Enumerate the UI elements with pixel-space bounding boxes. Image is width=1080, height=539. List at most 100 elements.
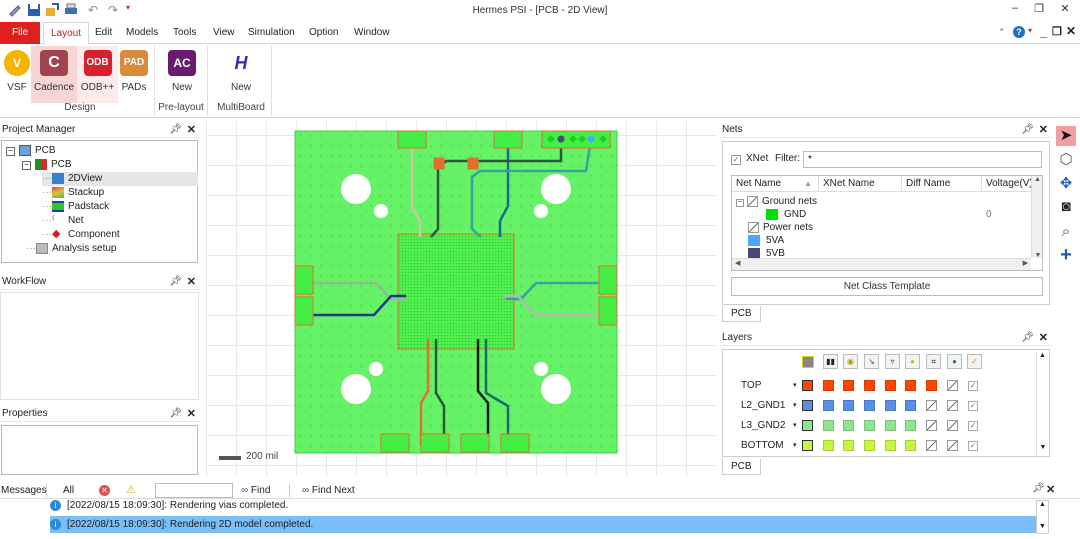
error-filter-icon[interactable]: ✕	[99, 485, 110, 496]
pad-icon[interactable]: ▮▮	[823, 354, 838, 369]
cadence-button[interactable]: C Cadence	[31, 46, 77, 103]
component-icon[interactable]: ⌗	[926, 354, 941, 369]
layer-visible-checkbox[interactable]: ✓	[968, 441, 978, 451]
layer-color-swatch[interactable]	[864, 380, 875, 391]
pin-icon[interactable]: 📌︎	[1032, 483, 1045, 494]
layer-hidden-swatch[interactable]	[926, 440, 937, 451]
layer-hidden-swatch[interactable]	[947, 420, 958, 431]
hole-icon[interactable]: ●	[905, 354, 920, 369]
layer-color-swatch[interactable]	[823, 420, 834, 431]
doc-minimize-icon[interactable]: _	[1040, 24, 1047, 39]
layer-color-swatch[interactable]	[823, 380, 834, 391]
layer-color-swatch[interactable]	[843, 440, 854, 451]
layer-dropdown-icon[interactable]: ▾	[793, 377, 797, 395]
multiboard-new-button[interactable]: H New	[221, 46, 261, 102]
col-voltage[interactable]: Voltage(V)	[982, 176, 1032, 192]
layer-hidden-swatch[interactable]	[947, 400, 958, 411]
layer-hidden-swatch[interactable]	[926, 400, 937, 411]
layer-hidden-swatch[interactable]	[947, 440, 958, 451]
prelayout-new-button[interactable]: AC New	[162, 46, 202, 102]
tree-item-component[interactable]: ···◆ Component	[42, 228, 120, 242]
doc-close-icon[interactable]: ✕	[1066, 24, 1076, 38]
visible-icon[interactable]: ✓	[967, 354, 982, 369]
net-class-template-button[interactable]: Net Class Template	[731, 277, 1043, 296]
menu-option[interactable]: Option	[302, 22, 345, 44]
collapse-icon[interactable]: −	[22, 161, 31, 170]
messages-vscrollbar[interactable]: ▲ ▼	[1036, 500, 1049, 534]
shape-icon[interactable]: ▿	[885, 354, 900, 369]
odb-button[interactable]: ODB ODB++	[77, 46, 118, 103]
xnet-checkbox[interactable]: ✓	[731, 155, 741, 165]
layer-color-swatch[interactable]	[843, 400, 854, 411]
layer-visible-checkbox[interactable]: ✓	[968, 421, 978, 431]
layers-tab-pcb[interactable]: PCB	[722, 459, 761, 475]
add-icon[interactable]: +	[1056, 245, 1076, 265]
close-button[interactable]: ✕	[1054, 2, 1076, 18]
layer-row[interactable]: BOTTOM ▾ ✓	[723, 437, 1033, 455]
warning-filter-icon[interactable]: ⚠	[126, 482, 136, 499]
layer-color-swatch[interactable]	[843, 380, 854, 391]
layer-color-swatch[interactable]	[823, 440, 834, 451]
menu-window[interactable]: Window	[347, 22, 397, 44]
net-row-power-nets[interactable]: Power nets	[748, 221, 813, 234]
close-panel-icon[interactable]: ✕	[187, 274, 196, 290]
layer-color-swatch[interactable]	[926, 380, 937, 391]
layer-color-swatch[interactable]	[843, 420, 854, 431]
menu-view[interactable]: View	[206, 22, 242, 44]
col-diff-name[interactable]: Diff Name	[902, 176, 982, 192]
pin-icon[interactable]: 📌︎	[169, 274, 182, 290]
nets-tab-pcb[interactable]: PCB	[722, 306, 761, 322]
layer-row[interactable]: L2_GND1 ▾ ✓	[723, 397, 1033, 415]
layer-row[interactable]: L3_GND2 ▾ ✓	[723, 417, 1033, 435]
layer-hidden-swatch[interactable]	[947, 380, 958, 391]
restore-button[interactable]: ❐	[1028, 2, 1050, 18]
pin-icon[interactable]: 📌︎	[169, 122, 182, 138]
select-arrow-icon[interactable]: ➤	[1056, 126, 1076, 146]
help-icon[interactable]: ?	[1013, 26, 1025, 38]
message-search-input[interactable]	[155, 483, 233, 498]
pcb-2d-canvas[interactable]: 200 mil	[206, 121, 716, 476]
layers-vscrollbar[interactable]: ▲ ▼	[1036, 352, 1048, 455]
layer-color-swatch[interactable]	[864, 440, 875, 451]
tree-item-stackup[interactable]: ··· Stackup	[42, 186, 104, 200]
pin-icon[interactable]: 📌︎	[169, 406, 182, 422]
layer-color-swatch[interactable]	[905, 400, 916, 411]
close-panel-icon[interactable]: ✕	[187, 122, 196, 138]
zoom-fit-icon[interactable]: ◙	[1056, 197, 1076, 217]
collapse-ribbon-icon[interactable]: ⌃	[998, 27, 1006, 38]
tree-item-pcb[interactable]: − PCB	[22, 158, 72, 172]
tree-item-pcb-root[interactable]: − PCB	[6, 144, 56, 158]
menu-models[interactable]: Models	[119, 22, 165, 44]
layer-color-swatch[interactable]	[802, 440, 813, 451]
net-row-gnd[interactable]: GND	[766, 208, 806, 221]
layer-dropdown-icon[interactable]: ▾	[793, 417, 797, 435]
layer-color-swatch[interactable]	[864, 400, 875, 411]
layer-color-swatch[interactable]	[864, 420, 875, 431]
select-3d-icon[interactable]: ⬡	[1056, 150, 1076, 170]
close-panel-icon[interactable]: ✕	[187, 406, 196, 422]
layer-visible-checkbox[interactable]: ✓	[968, 381, 978, 391]
tree-item-net[interactable]: ···⁽ Net	[42, 214, 84, 228]
pin-icon[interactable]: 📌︎	[1021, 330, 1034, 346]
menu-edit[interactable]: Edit	[88, 22, 119, 44]
layer-color-swatch[interactable]	[905, 420, 916, 431]
message-line[interactable]: i [2022/08/15 18:09:30]: Rendering vias c…	[50, 499, 1036, 513]
col-net-name[interactable]: Net Name ▲	[732, 176, 819, 192]
layer-color-swatch[interactable]	[802, 420, 813, 431]
tree-item-2dview[interactable]: ··· 2DView	[42, 172, 198, 186]
find-button[interactable]: ∞ Find	[241, 482, 270, 499]
col-xnet-name[interactable]: XNet Name	[819, 176, 902, 192]
close-panel-icon[interactable]: ✕	[1039, 122, 1048, 138]
net-icon[interactable]: ●	[947, 354, 962, 369]
net-row-5va[interactable]: 5VA	[748, 234, 784, 247]
collapse-icon[interactable]: −	[6, 147, 15, 156]
tree-item-padstack[interactable]: ··· Padstack	[42, 200, 109, 214]
filter-input[interactable]	[803, 151, 1042, 168]
menu-tools[interactable]: Tools	[166, 22, 203, 44]
layer-color-icon[interactable]	[802, 356, 814, 368]
layer-dropdown-icon[interactable]: ▾	[793, 437, 797, 455]
layer-color-swatch[interactable]	[802, 380, 813, 391]
layer-visible-checkbox[interactable]: ✓	[968, 401, 978, 411]
layer-color-swatch[interactable]	[905, 380, 916, 391]
layer-hidden-swatch[interactable]	[926, 420, 937, 431]
